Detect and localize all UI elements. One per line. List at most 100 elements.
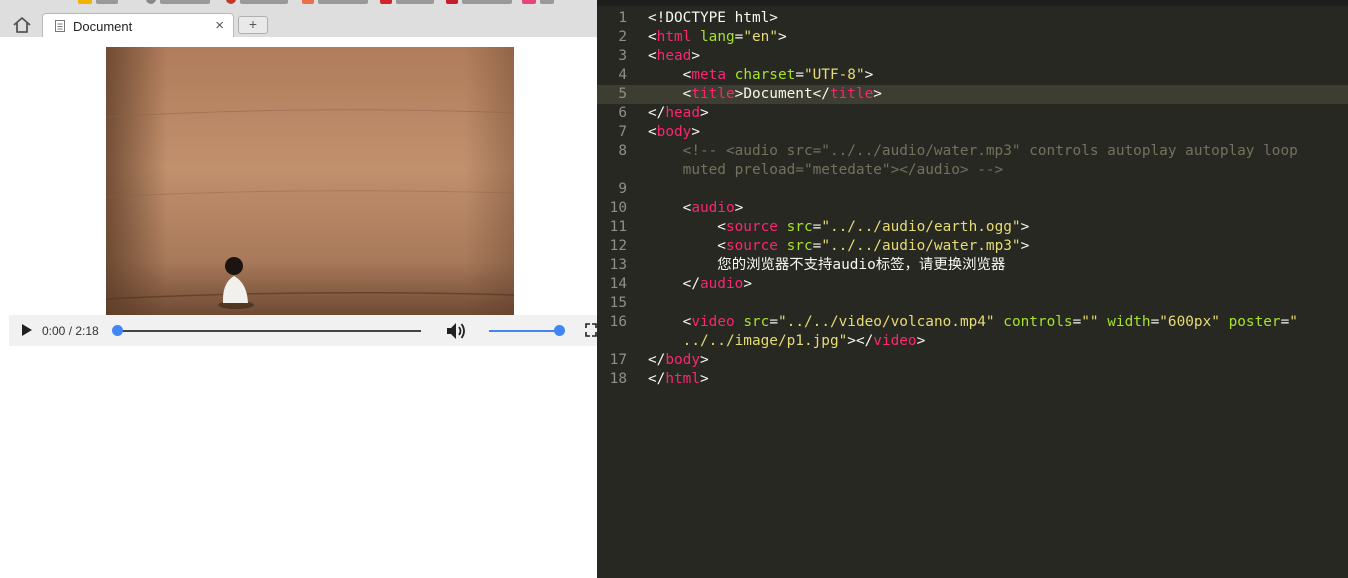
code-token: > [743,276,752,292]
code-line[interactable]: 10 <audio> [597,199,1348,218]
code-token: = [795,67,804,83]
bookmark-item[interactable] [462,0,512,4]
code-token: charset [734,67,796,83]
video-player[interactable] [106,47,514,315]
code-line[interactable]: 2 <html lang="en"> [597,28,1348,47]
code-token: html [656,29,692,45]
code-token: > [777,29,787,45]
play-icon[interactable] [21,323,33,342]
code-token: </ [648,352,666,368]
document-icon [55,19,65,32]
code-text: </head> [648,104,709,123]
code-token: audio [691,200,735,216]
line-number: 12 [609,238,627,254]
code-line[interactable]: 14 </audio> [597,275,1348,294]
code-token: > [916,333,926,349]
code-line[interactable]: 4 <meta charset="UTF-8"> [597,66,1348,85]
code-text: muted preload="metedate"></audio> --> [648,161,1004,180]
code-text: 您的浏览器不支持audio标签，请更换浏览器 [648,256,1005,275]
code-token: "600px" [1159,314,1220,330]
code-line[interactable]: 17 </body> [597,351,1348,370]
bookmark-icon[interactable] [302,0,314,4]
code-token: lang [700,29,735,45]
code-token: < [648,124,657,140]
code-token: ></ [847,333,874,349]
bookmark-star-icon[interactable] [78,0,92,4]
line-number: 17 [609,352,627,368]
code-token: < [648,238,726,254]
code-token: = [769,314,778,330]
bookmark-icon[interactable] [522,0,536,4]
bookmark-icon[interactable] [446,0,458,4]
code-line[interactable]: 5 <title>Document</title> [597,85,1348,104]
home-icon[interactable] [9,14,35,36]
seek-bar[interactable] [117,330,421,332]
code-line[interactable]: 8 <!-- <audio src="../../audio/water.mp3… [597,142,1348,161]
code-line[interactable]: 12 <source src="../../audio/water.mp3"> [597,237,1348,256]
code-text: <source src="../../audio/earth.ogg"> [648,218,1029,237]
code-token: > [864,67,874,83]
code-line[interactable]: 11 <source src="../../audio/earth.ogg"> [597,218,1348,237]
code-token: video [873,333,917,349]
code-token: audio [699,276,744,292]
bookmark-globe-icon[interactable] [146,0,156,4]
bookmark-item[interactable] [396,0,434,4]
bookmark-item[interactable] [540,0,554,4]
code-line[interactable]: muted preload="metedate"></audio> --> [597,161,1348,180]
code-token: width [1107,314,1151,330]
browser-window: Document × + 0:00 / 2:18 [0,0,597,578]
new-tab-button[interactable]: + [238,16,268,34]
line-number: 5 [618,86,627,102]
code-line[interactable]: ../../image/p1.jpg"></video> [597,332,1348,351]
tab-document[interactable]: Document × [42,13,234,38]
volume-thumb[interactable] [554,325,565,336]
code-editor[interactable]: 1 <!DOCTYPE html> 2 <html lang="en"> 3 <head>… [597,0,1348,578]
bookmark-icon[interactable] [380,0,392,4]
code-line[interactable]: 18 </html> [597,370,1348,389]
code-line[interactable]: 15 [597,294,1348,313]
bookmarks-bar [0,0,597,7]
line-number: 6 [618,105,627,121]
line-number: 14 [609,276,627,292]
line-number: 9 [618,181,627,197]
volume-icon[interactable] [445,321,467,346]
code-line[interactable]: 3 <head> [597,47,1348,66]
tab-bar: Document × + [0,7,597,38]
code-token: source [725,219,778,235]
code-token: src [786,238,813,254]
code-token: = [812,238,822,254]
line-number: 10 [609,200,627,216]
fullscreen-icon[interactable] [585,323,597,342]
bookmark-item[interactable] [160,0,210,4]
code-token: < [648,314,692,330]
line-number: 15 [609,295,627,311]
volume-slider[interactable] [489,330,561,332]
seek-thumb[interactable] [112,325,123,336]
code-token: = [812,219,822,235]
code-token: "en" [743,29,778,45]
video-time: 0:00 / 2:18 [42,324,99,338]
code-token: "../../audio/water.mp3" [821,238,1021,254]
code-line[interactable]: 7 <body> [597,123,1348,142]
code-line[interactable]: 6 </head> [597,104,1348,123]
code-line[interactable]: 16 <video src="../../video/volcano.mp4" … [597,313,1348,332]
bookmark-item[interactable] [318,0,368,4]
code-token: body [656,124,692,140]
bookmark-icon[interactable] [226,0,236,4]
code-token: < [648,200,692,216]
code-text: <body> [648,123,700,142]
code-line[interactable]: 9 [597,180,1348,199]
bookmark-item[interactable] [240,0,288,4]
line-number: 7 [618,124,627,140]
bookmark-item[interactable] [96,0,118,4]
code-line[interactable]: 13 您的浏览器不支持audio标签，请更换浏览器 [597,256,1348,275]
code-token: controls [1003,314,1073,330]
code-text: <head> [648,47,700,66]
code-token: body [665,352,700,368]
code-line[interactable]: 1 <!DOCTYPE html> [597,9,1348,28]
code-token: source [725,238,778,254]
close-tab-icon[interactable]: × [215,17,224,34]
